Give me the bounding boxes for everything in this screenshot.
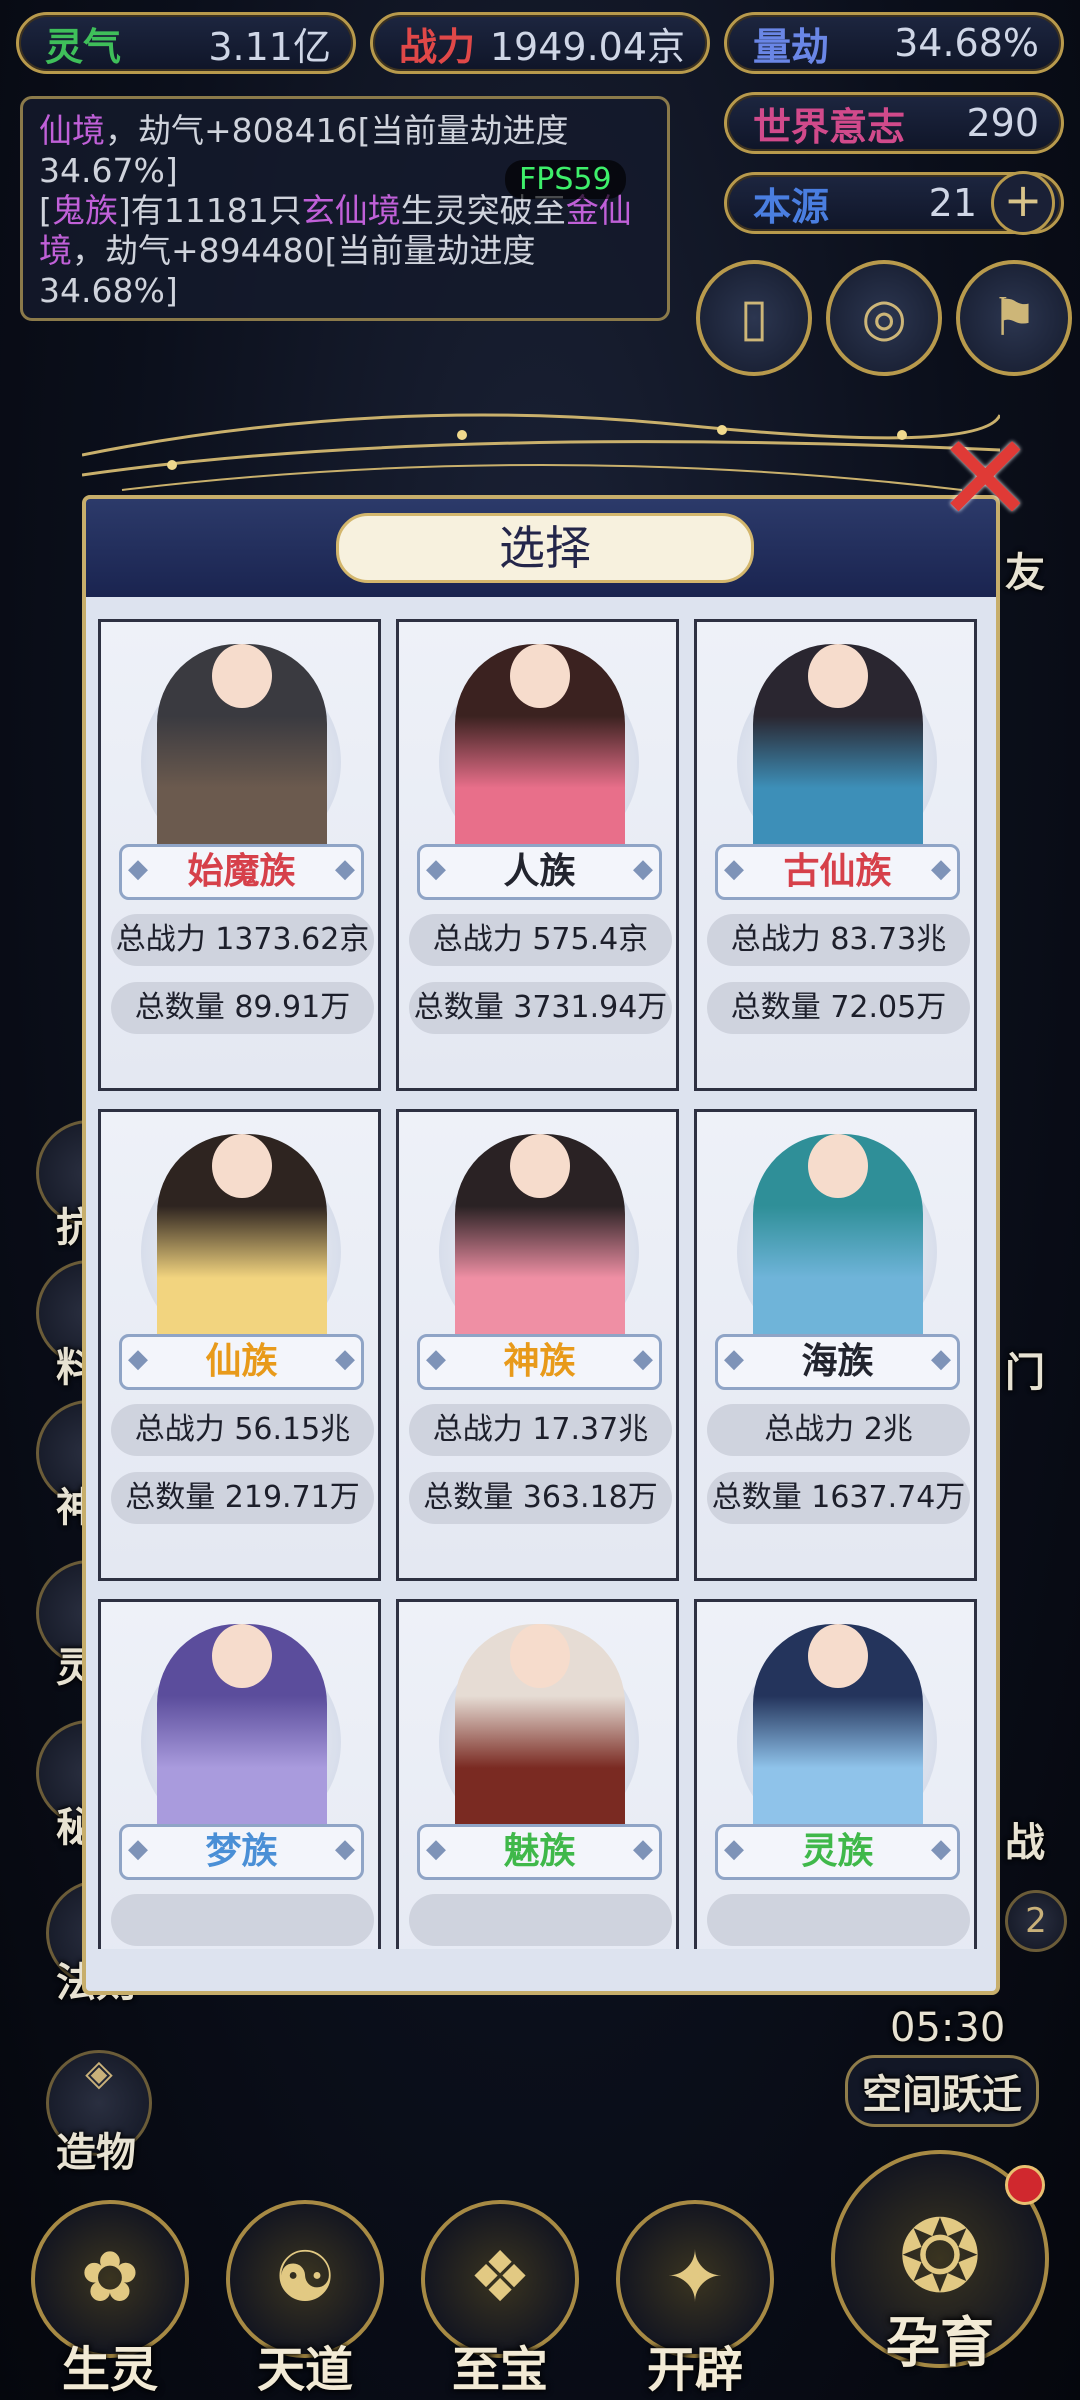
event-log: 仙境，劫气+808416[当前量劫进度 34.67%] [鬼族]有11181只玄… [20,96,670,321]
space-jump-timer: 05:30 [890,2005,1006,2051]
total-power [409,1894,672,1946]
character-face [808,1624,868,1688]
portal-icon[interactable]: ◎ [826,260,942,376]
race-card[interactable]: 海族总战力 2兆总数量 1637.74万 [694,1109,977,1581]
race-card-grid[interactable]: 始魔族总战力 1373.62京总数量 89.91万人族总战力 575.4京总数量… [86,599,996,1949]
space-jump-button[interactable]: 空间跃迁 [845,2055,1039,2127]
race-name: 灵族 [715,1824,960,1880]
race-card[interactable]: 古仙族总战力 83.73兆总数量 72.05万 [694,619,977,1091]
race-card[interactable]: 魅族 [396,1599,679,1949]
total-count: 总数量 3731.94万 [409,982,672,1034]
race-card[interactable]: 人族总战力 575.4京总数量 3731.94万 [396,619,679,1091]
lingqi-resource[interactable]: 灵气 3.11亿 [16,12,356,74]
yun-yu-label: 孕育 [886,2311,994,2374]
character-face [510,1624,570,1688]
select-race-dialog: 选择 始魔族总战力 1373.62京总数量 89.91万人族总战力 575.4京… [82,495,1000,1995]
nav-zhi-bao[interactable]: ❖ 至宝 [410,2200,590,2398]
race-name: 魅族 [417,1824,662,1880]
total-power: 总战力 575.4京 [409,914,672,966]
nav-tian-dao[interactable]: ☯ 天道 [215,2200,395,2398]
dialog-header: 选择 [86,499,996,597]
close-dialog-button[interactable]: ✕ [935,420,1036,540]
yun-yu-alert-dot [1005,2165,1045,2205]
race-name: 始魔族 [119,844,364,900]
add-benyuan-button[interactable]: + [991,171,1055,235]
total-count: 总数量 1637.74万 [707,1472,970,1524]
total-count: 总数量 72.05万 [707,982,970,1034]
lingqi-value: 3.11亿 [208,24,331,69]
world-will-resource[interactable]: 世界意志 290 [724,92,1064,154]
flag-icon[interactable]: ⚑ [956,260,1072,376]
race-card[interactable]: 始魔族总战力 1373.62京总数量 89.91万 [98,619,381,1091]
character-face [510,1134,570,1198]
fps-counter: FPS59 [505,160,626,199]
zao-wu-label: 造物 [56,2130,136,2176]
zhanli-label: 战力 [399,24,476,69]
character-face [808,644,868,708]
liangjie-value: 34.68% [894,21,1039,65]
side-label-right-2: 门 [1005,1350,1045,1396]
log-line: 34.68%] [39,271,178,310]
race-name: 人族 [417,844,662,900]
total-power: 总战力 83.73兆 [707,914,970,966]
character-face [808,1134,868,1198]
character-face [510,644,570,708]
total-count: 总数量 89.91万 [111,982,374,1034]
character-face [212,644,272,708]
race-name: 梦族 [119,1824,364,1880]
race-card[interactable]: 神族总战力 17.37兆总数量 363.18万 [396,1109,679,1581]
race-card[interactable]: 梦族 [98,1599,381,1949]
kai-pi-label: 开辟 [646,2342,743,2398]
world-will-label: 世界意志 [753,104,906,149]
zhi-bao-label: 至宝 [451,2342,548,2398]
total-power: 总战力 17.37兆 [409,1404,672,1456]
race-name: 仙族 [119,1334,364,1390]
tian-dao-label: 天道 [256,2342,353,2398]
race-card[interactable]: 仙族总战力 56.15兆总数量 219.71万 [98,1109,381,1581]
total-power [707,1894,970,1946]
log-line: 仙境，劫气+808416[当前量劫进度 [39,111,569,150]
total-count: 总数量 363.18万 [409,1472,672,1524]
character-face [212,1624,272,1688]
card-icon[interactable]: ▯ [696,260,812,376]
modal-top-ornament [82,413,1000,491]
zhanli-resource[interactable]: 战力 1949.04京 [370,12,710,74]
total-power [111,1894,374,1946]
zhanli-value: 1949.04京 [489,24,685,69]
race-name: 神族 [417,1334,662,1390]
race-card[interactable]: 灵族 [694,1599,977,1949]
nav-sheng-ling[interactable]: ✿ 生灵 [20,2200,200,2398]
side-label-right-3: 战 [1005,1820,1045,1866]
dialog-title: 选择 [336,513,754,583]
total-count: 总数量 219.71万 [111,1472,374,1524]
benyuan-value: 21 [928,181,977,225]
total-power: 总战力 1373.62京 [111,914,374,966]
sheng-ling-label: 生灵 [61,2342,158,2398]
character-face [212,1134,272,1198]
benyuan-resource[interactable]: 本源 21 + [724,171,1064,235]
liangjie-resource[interactable]: 量劫 34.68% [724,12,1064,74]
log-line: 境，劫气+894480[当前量劫进度 [39,231,536,270]
total-power: 总战力 2兆 [707,1404,970,1456]
notification-badge: 2 [1005,1890,1067,1952]
liangjie-label: 量劫 [753,24,830,69]
lingqi-label: 灵气 [45,24,122,69]
nav-kai-pi[interactable]: ✦ 开辟 [605,2200,785,2398]
race-name: 海族 [715,1334,960,1390]
race-name: 古仙族 [715,844,960,900]
world-will-value: 290 [966,101,1039,145]
total-power: 总战力 56.15兆 [111,1404,374,1456]
benyuan-label: 本源 [753,184,830,229]
